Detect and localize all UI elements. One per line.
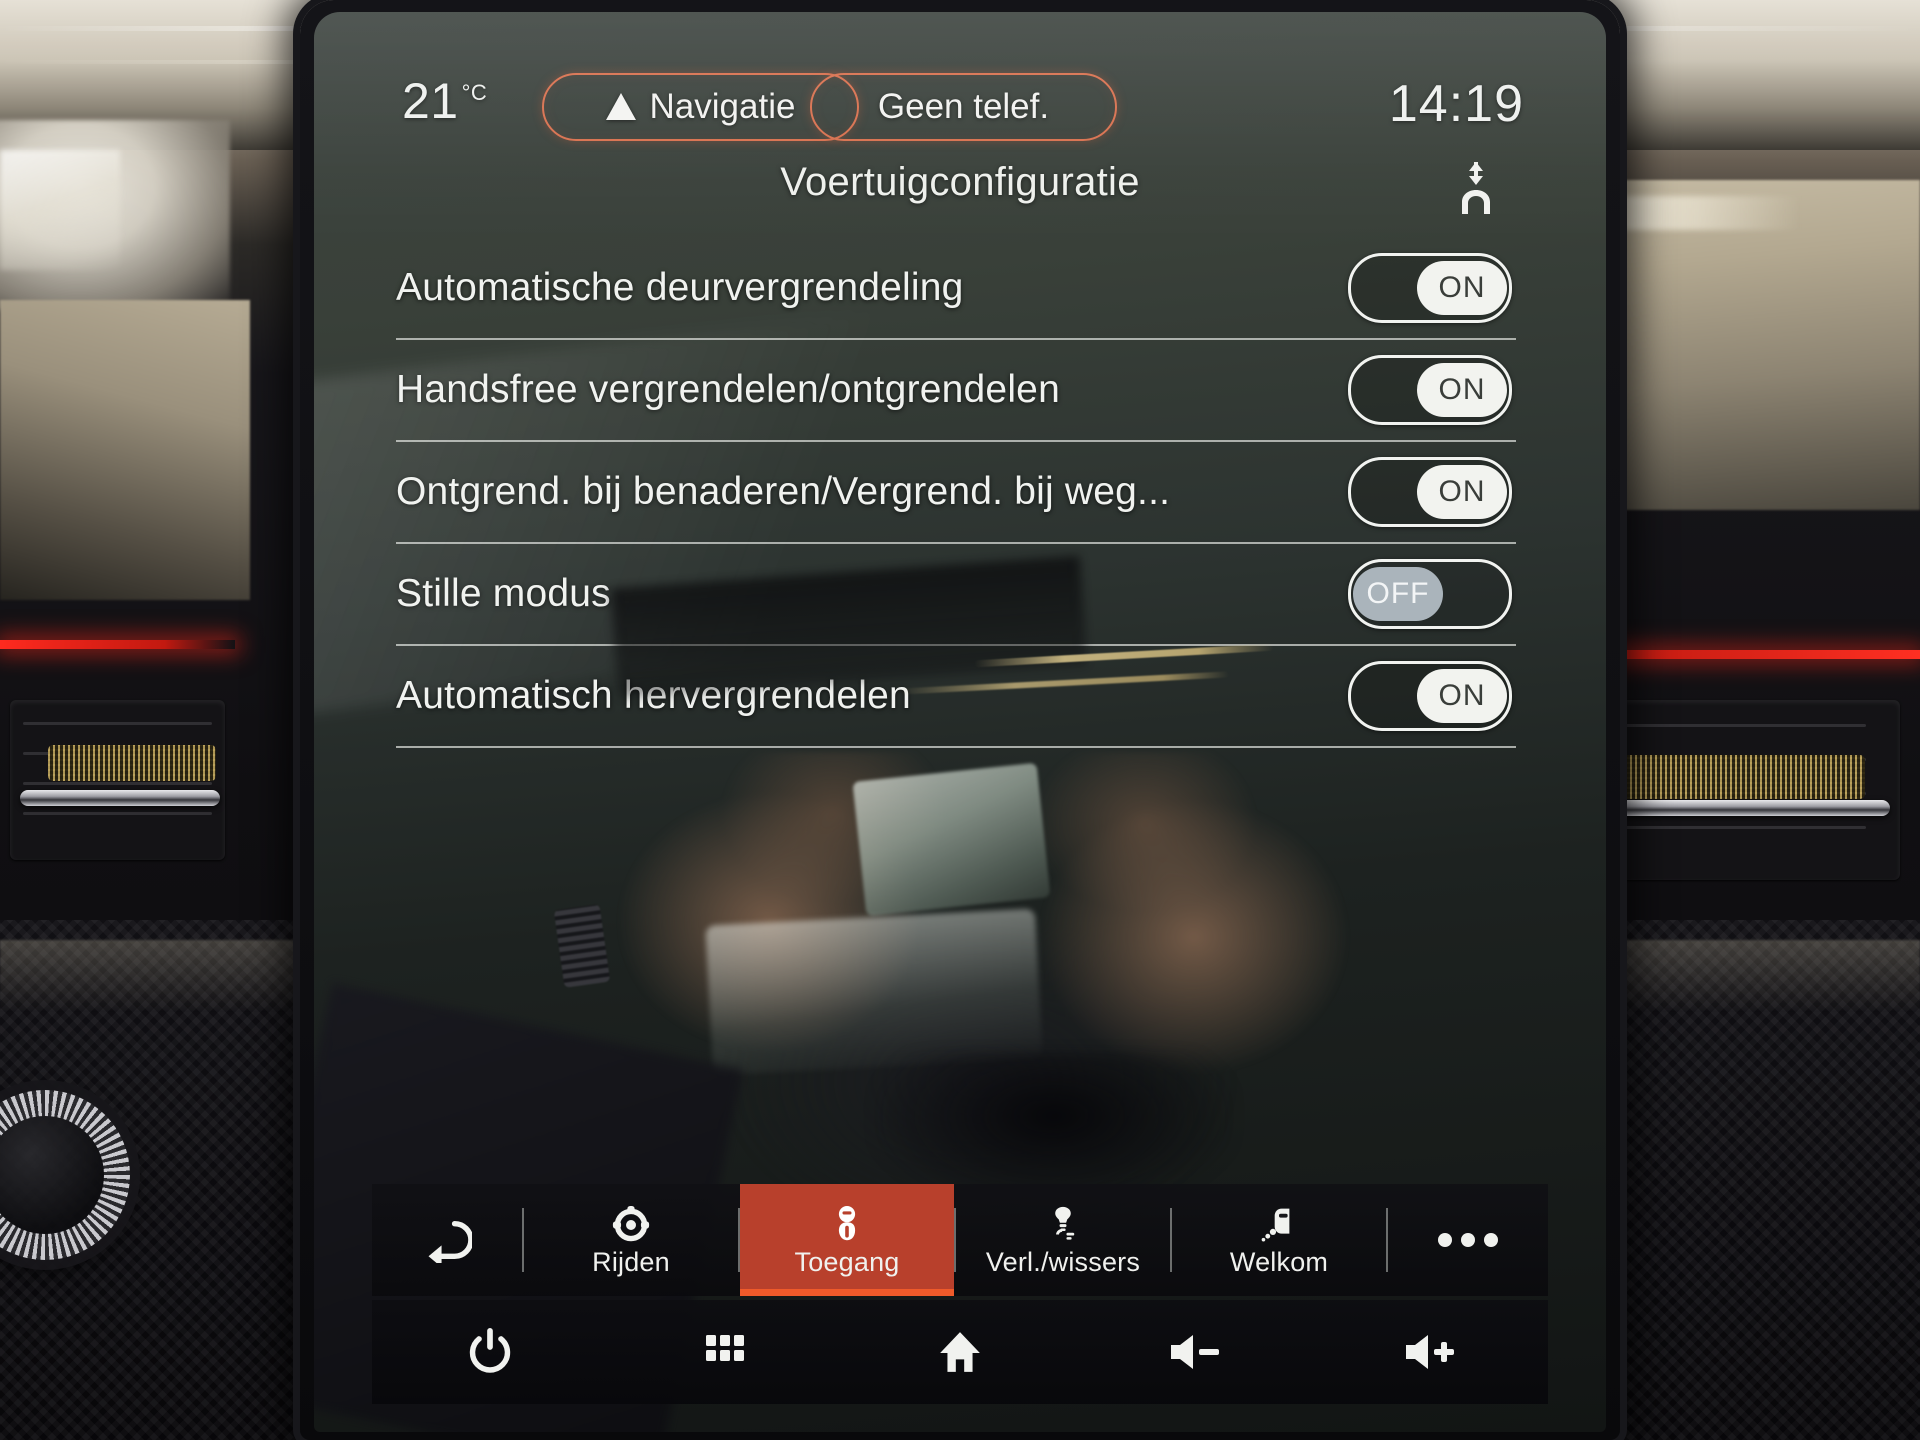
clock: 14:19 <box>1388 75 1524 133</box>
power-icon <box>469 1328 510 1373</box>
headlight-wiper-icon <box>1044 1202 1082 1244</box>
speaker-mesh-left <box>48 745 216 781</box>
chrome-trim-left <box>20 790 220 806</box>
volume-down-button[interactable] <box>1120 1300 1270 1404</box>
apps-button[interactable] <box>650 1300 800 1404</box>
toggle-automatische-deurvergrendeling[interactable]: ON <box>1348 253 1512 323</box>
setting-row-ontgrendelen-bij-benaderen[interactable]: Ontgrend. bij benaderen/Vergrend. bij we… <box>396 442 1516 544</box>
toggle-state-label: ON <box>1417 261 1507 315</box>
power-button[interactable] <box>415 1300 565 1404</box>
setting-label: Handsfree vergrendelen/ontgrendelen <box>396 368 1060 411</box>
left-window-glare-2 <box>0 150 120 270</box>
home-button[interactable] <box>885 1300 1035 1404</box>
tab-label: Rijden <box>592 1247 670 1277</box>
home-icon <box>940 1332 980 1372</box>
temperature-value: 21 <box>402 73 459 129</box>
back-arrow-icon <box>428 1220 472 1263</box>
toggle-state-label: OFF <box>1353 567 1443 621</box>
settings-list: Automatische deurvergrendeling ON Handsf… <box>396 238 1516 748</box>
more-dots-icon <box>1438 1233 1498 1247</box>
setting-row-automatische-deurvergrendeling[interactable]: Automatische deurvergrendeling ON <box>396 238 1516 340</box>
phone-status-button[interactable]: Geen telef. <box>810 73 1117 141</box>
setting-row-stille-modus[interactable]: Stille modus OFF <box>396 544 1516 646</box>
tab-label: Toegang <box>794 1247 900 1277</box>
toggle-stille-modus[interactable]: OFF <box>1348 559 1512 629</box>
left-door-trim <box>0 300 250 600</box>
toggle-ontgrendelen-bij-benaderen[interactable]: ON <box>1348 457 1512 527</box>
steering-wheel-icon <box>612 1202 650 1244</box>
back-button[interactable] <box>372 1184 522 1296</box>
car-interior-scene: 21 °C Navigatie Geen telef. 14:19 Voertui… <box>0 0 1920 1440</box>
toggle-state-label: ON <box>1417 465 1507 519</box>
reflection-phone-screen <box>705 908 1043 1076</box>
infotainment-screen[interactable]: 21 °C Navigatie Geen telef. 14:19 Voertui… <box>314 12 1606 1432</box>
setting-label: Ontgrend. bij benaderen/Vergrend. bij we… <box>396 470 1171 513</box>
tab-welkom[interactable]: Welkom <box>1172 1184 1386 1296</box>
infotainment-bezel: 21 °C Navigatie Geen telef. 14:19 Voertui… <box>300 0 1620 1440</box>
toggle-handsfree-vergrendelen[interactable]: ON <box>1348 355 1512 425</box>
navigation-arrow-icon <box>605 92 636 120</box>
tab-rijden[interactable]: Rijden <box>524 1184 738 1296</box>
screen-ui: 21 °C Navigatie Geen telef. 14:19 Voertui… <box>314 12 1606 1432</box>
ambient-light-left <box>0 640 235 649</box>
volume-plus-icon <box>1406 1335 1455 1369</box>
setting-row-handsfree-vergrendelen[interactable]: Handsfree vergrendelen/ontgrendelen ON <box>396 340 1516 442</box>
volume-up-button[interactable] <box>1355 1300 1505 1404</box>
vehicle-sensor-icon[interactable] <box>1454 162 1498 216</box>
setting-row-automatisch-hervergrendelen[interactable]: Automatisch hervergrendelen ON <box>396 646 1516 748</box>
toggle-state-label: ON <box>1417 669 1507 723</box>
system-bar <box>372 1300 1548 1404</box>
reflection-phone <box>852 762 1051 917</box>
setting-label: Automatisch hervergrendelen <box>396 674 911 717</box>
temperature-unit: °C <box>461 80 488 106</box>
context-tab-bar: Rijden Toegang Verl./wissers Welkom <box>372 1184 1548 1296</box>
outside-temperature: 21 °C <box>402 72 487 130</box>
navigation-label: Navigatie <box>649 87 796 126</box>
grid-apps-icon <box>705 1335 744 1361</box>
phone-label: Geen telef. <box>877 87 1050 126</box>
toggle-state-label: ON <box>1417 363 1507 417</box>
setting-label: Automatische deurvergrendeling <box>396 266 964 309</box>
toggle-automatisch-hervergrendelen[interactable]: ON <box>1348 661 1512 731</box>
setting-label: Stille modus <box>396 572 611 615</box>
key-icon <box>829 1202 865 1244</box>
more-options-button[interactable] <box>1388 1184 1548 1296</box>
status-bar: 21 °C Navigatie Geen telef. 14:19 <box>314 64 1606 150</box>
tab-toegang[interactable]: Toegang <box>740 1184 954 1296</box>
tab-label: Welkom <box>1229 1247 1329 1277</box>
tab-label: Verl./wissers <box>985 1247 1141 1277</box>
welcome-light-icon <box>1260 1202 1298 1244</box>
page-header: Voertuigconfiguratie <box>314 160 1606 224</box>
tab-verlichting-wissers[interactable]: Verl./wissers <box>956 1184 1170 1296</box>
page-title: Voertuigconfiguratie <box>780 160 1140 204</box>
volume-minus-icon <box>1171 1335 1220 1369</box>
